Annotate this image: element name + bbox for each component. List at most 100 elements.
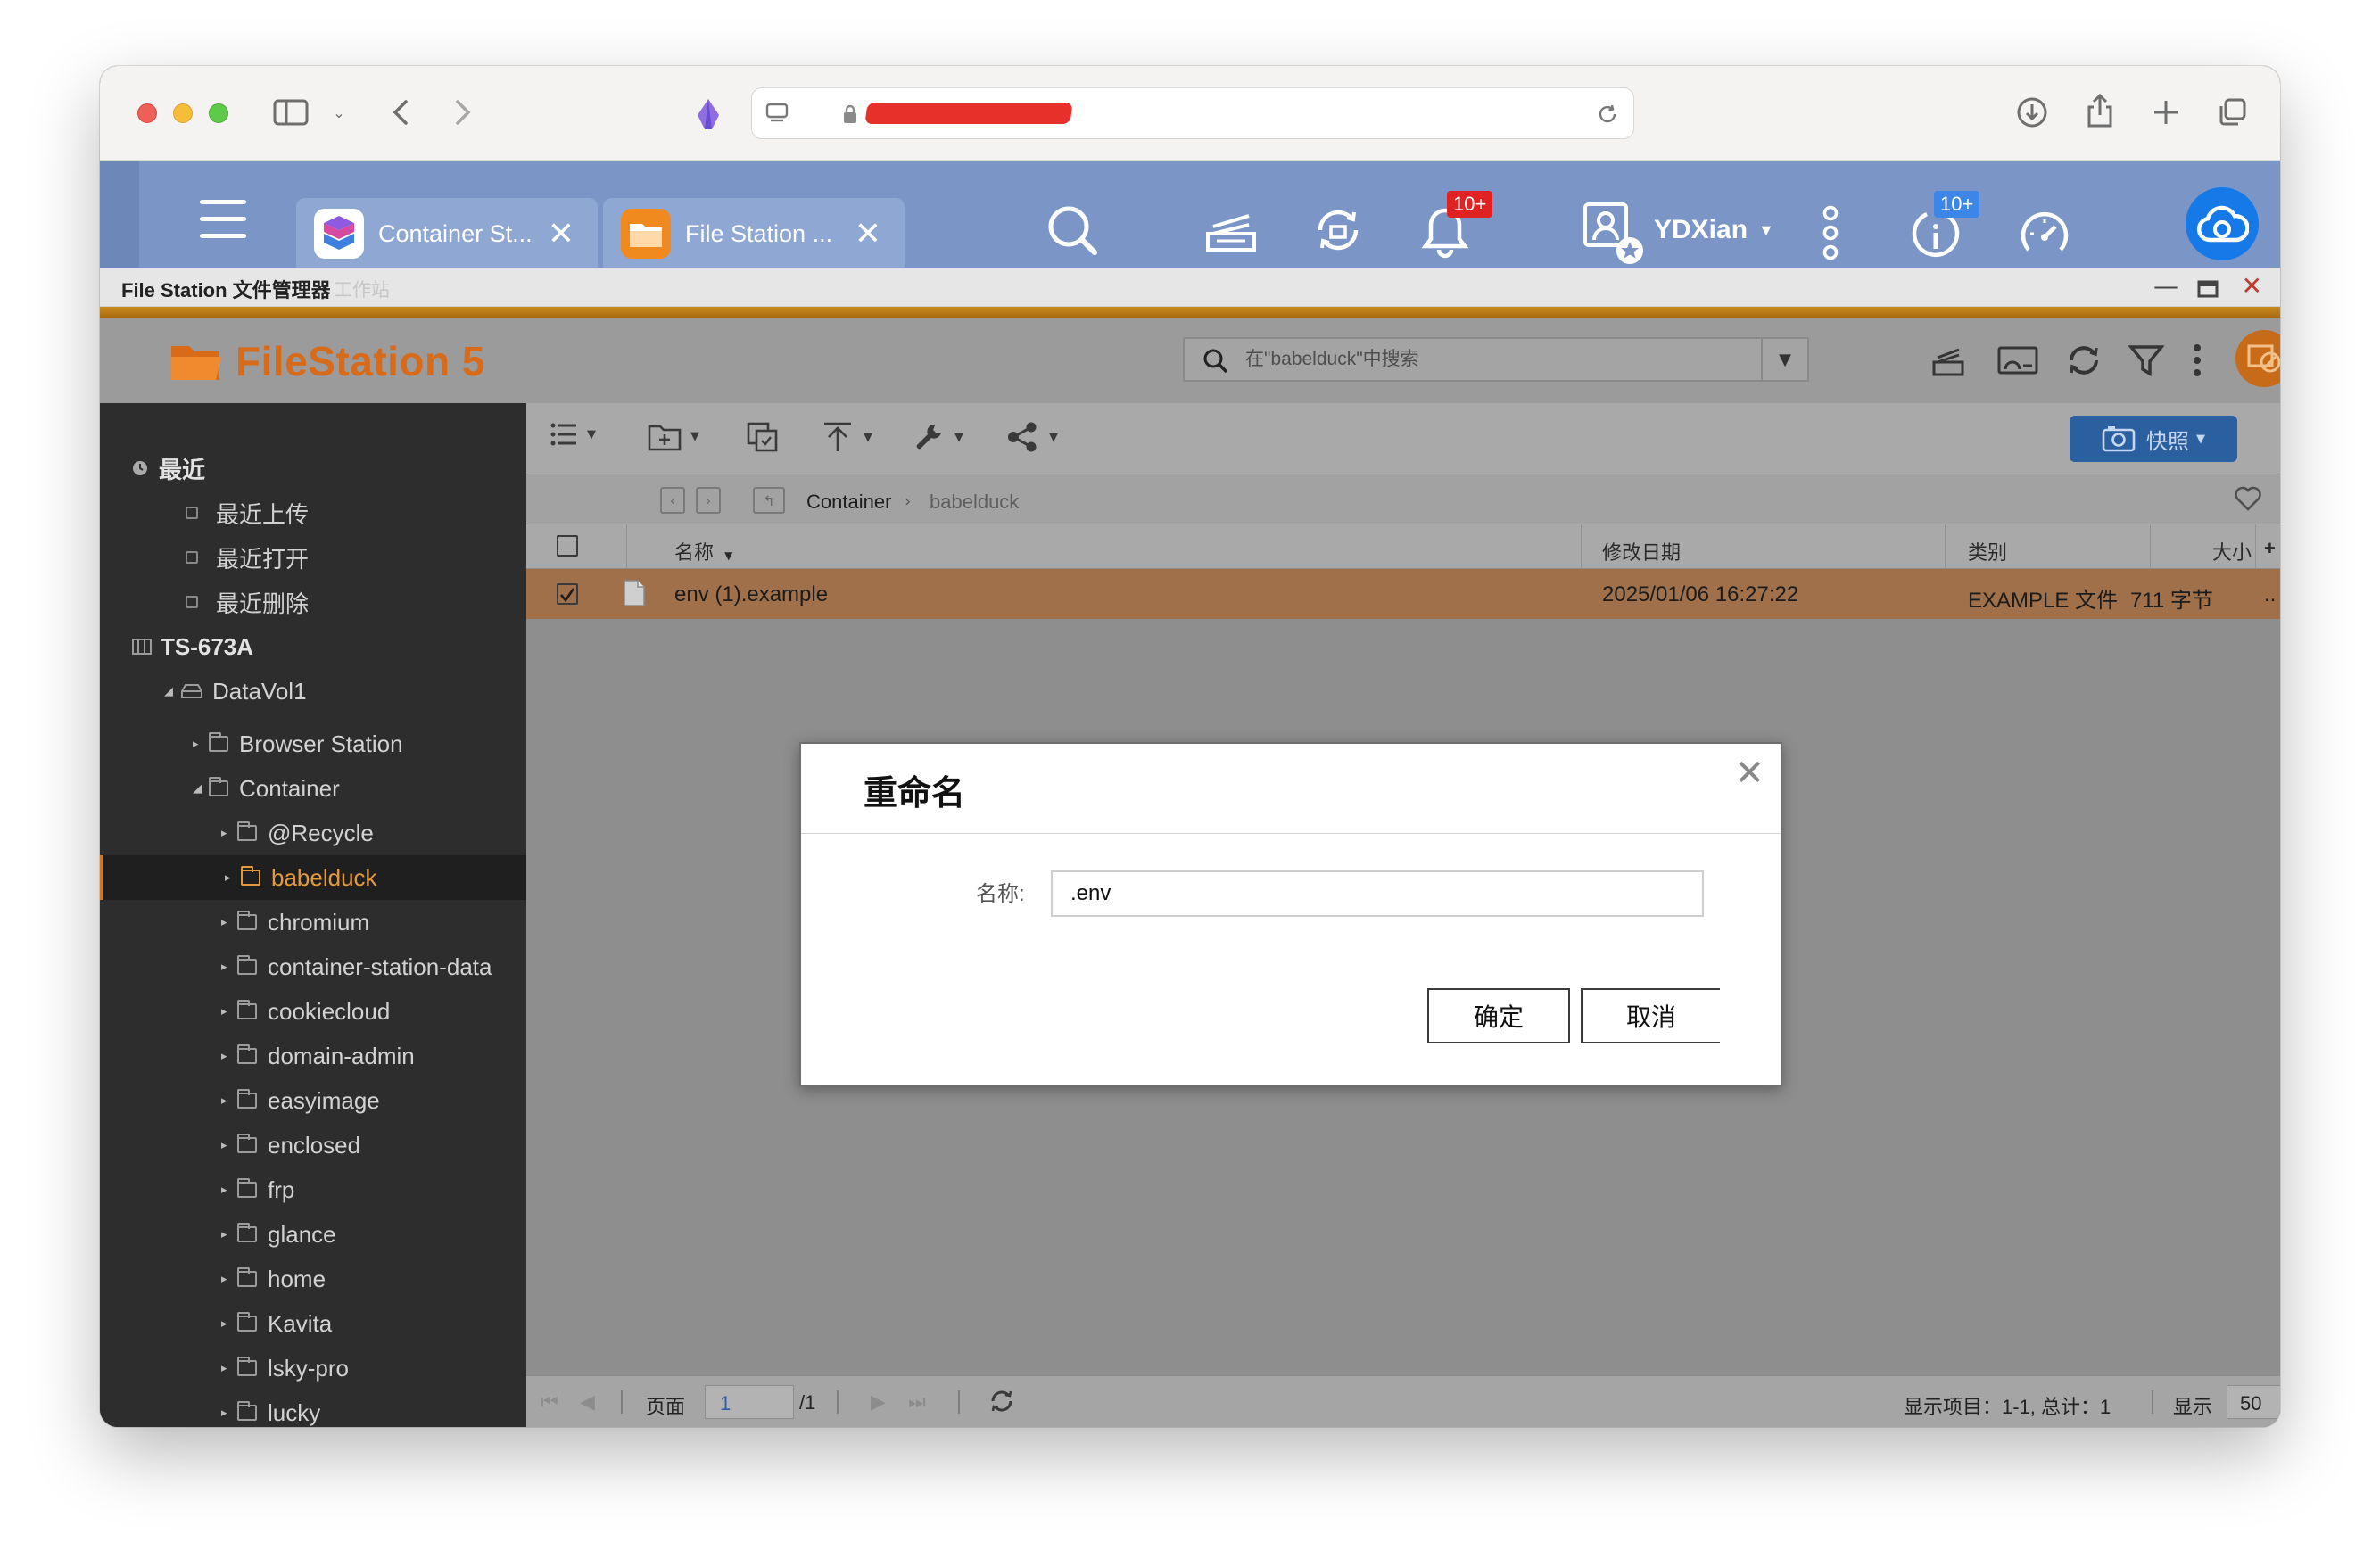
page-menu-icon[interactable] [764,101,789,126]
prev-page-icon[interactable]: ◀ [580,1391,595,1414]
close-icon[interactable]: ✕ [548,216,574,252]
tab-file-station[interactable]: File Station ... ✕ [603,198,905,269]
add-column-icon[interactable]: + [2264,537,2276,560]
table-row[interactable]: env (1).example 2025/01/06 16:27:22 EXAM… [526,569,2280,619]
file-search-box[interactable]: ▼ [1183,337,1809,382]
filter-icon[interactable] [2128,342,2164,378]
expand-arrow-icon[interactable]: ▸ [221,1362,237,1375]
new-folder-button[interactable]: ▼ [648,421,699,451]
main-menu-icon[interactable] [194,193,252,246]
qsync-icon[interactable] [2235,330,2280,387]
sidebar-folder-item[interactable]: ▸ cookiecloud [100,989,526,1034]
sidebar-folder-item[interactable]: ▸ container-station-data [100,944,526,989]
expand-arrow-icon[interactable]: ▸ [221,1184,237,1197]
snapshot-button[interactable]: 快照 ▼ [2070,416,2237,462]
chevron-down-icon[interactable]: ⌄ [330,102,348,123]
expand-arrow-icon[interactable]: ▸ [193,738,209,751]
name-input[interactable] [1051,870,1704,917]
extension-icon[interactable] [692,96,724,132]
parent-folder-icon[interactable]: ↰ [753,487,785,514]
column-name-header[interactable]: 名称 ▼ [674,537,732,565]
more-options-icon[interactable] [1820,203,1841,262]
tab-overview-icon[interactable] [2214,95,2250,130]
sidebar-folder-item[interactable]: ▸ home [100,1257,526,1301]
expanded-arrow-icon[interactable]: ◢ [164,685,180,698]
minimize-window-button[interactable] [173,103,193,123]
expand-arrow-icon[interactable]: ▸ [221,916,237,929]
sidebar-folder-item[interactable]: ▸ Kavita [100,1301,526,1346]
sidebar-item-nas[interactable]: TS-673A [100,624,526,669]
expand-arrow-icon[interactable]: ▸ [221,1273,237,1286]
cloud-icon[interactable] [2186,187,2259,260]
sidebar-toggle-icon[interactable] [271,96,310,128]
expand-arrow-icon[interactable]: ▸ [221,1050,237,1063]
column-modified-header[interactable]: 修改日期 [1602,537,1681,565]
expand-arrow-icon[interactable]: ▸ [221,1094,237,1108]
breadcrumb-parent[interactable]: Container [806,491,891,514]
sidebar-folder-item[interactable]: ▸ Browser Station [100,722,526,766]
sidebar-folder-item[interactable]: ▸ domain-admin [100,1034,526,1078]
close-icon[interactable]: ✕ [1734,753,1764,794]
next-page-icon[interactable]: ▶ [871,1391,886,1414]
download-icon[interactable] [2014,95,2050,130]
sidebar-item-recent-upload[interactable]: 最近上传 [100,491,526,535]
upload-button[interactable]: ▼ [821,421,872,453]
close-window-button[interactable] [137,103,157,123]
column-size-header[interactable]: 大小 [2212,537,2252,565]
more-options-icon[interactable] [2191,342,2203,378]
expand-arrow-icon[interactable]: ◢ [193,782,209,796]
copy-button[interactable] [746,421,780,453]
expand-arrow-icon[interactable]: ▸ [221,827,237,840]
first-page-icon[interactable]: ⏮ [541,1391,558,1414]
expand-arrow-icon[interactable]: ▸ [221,1228,237,1241]
expand-arrow-icon[interactable]: ▸ [221,1139,237,1152]
sidebar-folder-item[interactable]: ▸ glance [100,1212,526,1257]
expand-arrow-icon[interactable]: ▸ [221,961,237,974]
sidebar-folder-item[interactable]: ▸ chromium [100,900,526,944]
sidebar-folder-item[interactable]: ▸ frp [100,1167,526,1212]
sidebar-item-recent-open[interactable]: 最近打开 [100,535,526,580]
ok-button[interactable]: 确定 [1427,988,1570,1043]
search-options-dropdown[interactable]: ▼ [1761,339,1807,380]
share-icon[interactable] [2082,91,2118,130]
forward-arrow-icon[interactable] [450,96,476,128]
address-bar[interactable] [751,87,1634,139]
column-type-header[interactable]: 类别 [1968,537,2007,565]
page-number-input[interactable]: 1 [705,1385,794,1419]
resource-monitor-icon[interactable] [2016,205,2073,262]
background-tasks-icon[interactable] [1202,203,1260,257]
sidebar-folder-item[interactable]: ▸ lucky [100,1390,526,1427]
sidebar-folder-item[interactable]: ▸ enclosed [100,1123,526,1167]
back-arrow-icon[interactable] [387,96,414,128]
nav-forward-icon[interactable]: › [696,487,721,514]
new-tab-icon[interactable] [2148,95,2184,130]
cancel-button[interactable]: 取消 [1581,988,1720,1043]
refresh-icon[interactable] [988,1388,1015,1420]
sidebar-folder-item[interactable]: ▸ @Recycle [100,811,526,855]
per-page-select[interactable]: 50 ▼ [2227,1385,2280,1419]
zoom-window-button[interactable] [209,103,228,123]
sidebar-item-recent-delete[interactable]: 最近删除 [100,580,526,624]
share-button[interactable]: ▼ [1006,421,1058,453]
nav-back-icon[interactable]: ‹ [660,487,685,514]
row-checkbox[interactable] [557,583,578,605]
refresh-icon[interactable] [2066,342,2102,378]
favorite-heart-icon[interactable] [2234,485,2262,517]
username-menu[interactable]: YDXian ▼ [1654,212,1774,248]
expand-arrow-icon[interactable]: ▸ [225,871,241,885]
last-page-icon[interactable]: ⏭ [908,1391,926,1414]
sidebar-item-volume[interactable]: ◢ DataVol1 [100,669,526,714]
expand-arrow-icon[interactable]: ▸ [221,1005,237,1019]
sidebar-item-recent[interactable]: 最近 [100,446,526,491]
close-icon[interactable]: ✕ [855,216,881,252]
sidebar-folder-item[interactable]: ◢ Container [100,766,526,811]
user-avatar-icon[interactable] [1581,200,1647,268]
sidebar-folder-item[interactable]: ▸ easyimage [100,1078,526,1123]
search-input[interactable] [1245,346,1745,373]
sidebar-folder-item[interactable]: ▸ babelduck [100,855,526,900]
minimize-icon[interactable]: — [2153,271,2178,301]
expand-arrow-icon[interactable]: ▸ [221,1317,237,1331]
search-icon[interactable] [1044,202,1101,259]
tab-container-station[interactable]: Container St... ✕ [296,198,598,269]
tools-button[interactable]: ▼ [913,421,963,453]
